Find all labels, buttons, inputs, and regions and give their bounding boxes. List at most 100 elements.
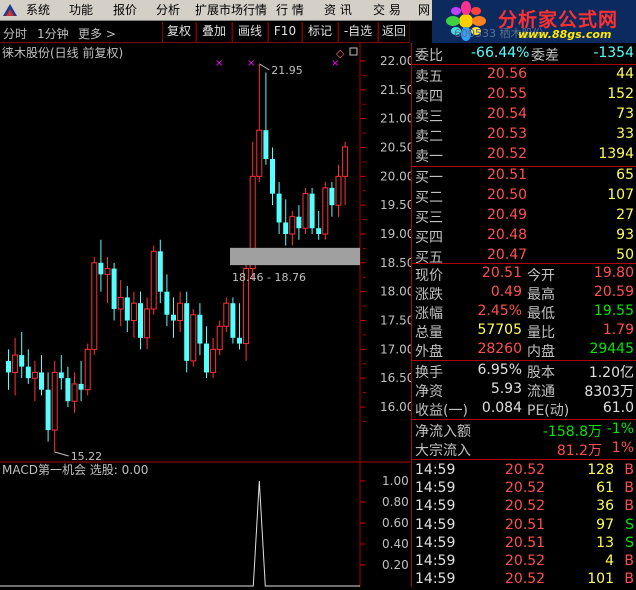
candle-body — [283, 222, 289, 234]
bid-volume: 50 — [616, 247, 634, 263]
stat-value: 57705 — [477, 322, 522, 338]
stat-label: 现价 — [415, 268, 443, 284]
f10-button[interactable]: F10 — [268, 22, 302, 42]
tick-price: 20.51 — [505, 516, 546, 533]
candle-body — [256, 129, 263, 177]
finance-value: 5.93 — [490, 381, 522, 397]
stat-label-2: 最高 — [527, 287, 555, 303]
candle-body — [329, 187, 335, 206]
menu-analysis[interactable]: 分析 — [156, 2, 180, 18]
price-axis-label: 19.50 — [380, 198, 412, 212]
ask-row: 卖五 20.56 44 — [413, 66, 636, 85]
draw-line-button[interactable]: 画线 — [232, 22, 268, 42]
indicator-title: MACD第一机会 选股: 0.00 — [2, 463, 148, 477]
ask-volume: 152 — [607, 86, 634, 102]
menu-news[interactable]: 资 讯 — [324, 2, 352, 18]
candle-body — [270, 159, 275, 194]
bid-price: 20.47 — [487, 247, 528, 263]
candle-body — [111, 268, 117, 309]
finance-label-2: 流通 — [527, 384, 555, 400]
candle-body — [190, 314, 197, 362]
stat-label: 涨幅 — [415, 306, 443, 322]
finance-value: 0.084 — [481, 400, 522, 416]
candle-body — [171, 314, 176, 321]
candle-body — [31, 371, 38, 379]
tick-row: 14:59 20.52 101 B — [413, 571, 636, 590]
finance-label: 净资 — [415, 384, 443, 400]
candle-body — [130, 302, 137, 322]
candle-body — [78, 383, 84, 390]
range-box — [230, 247, 360, 266]
tick-row: 14:59 20.52 61 B — [413, 480, 636, 499]
high-pointer — [259, 63, 270, 71]
tick-row: 14:59 20.52 128 B — [413, 462, 636, 481]
candle-body — [138, 303, 143, 338]
tick-time: 14:59 — [415, 516, 456, 533]
ask-row: 卖三 20.54 73 — [413, 106, 636, 125]
back-button[interactable]: 返回 — [378, 22, 410, 42]
stat-row: 涨幅 2.45% 最低 19.55 — [413, 303, 636, 322]
candle-body — [237, 337, 242, 344]
price-axis-label: 20.50 — [380, 141, 412, 155]
finance-value: 6.95% — [477, 362, 522, 378]
candle-body — [223, 302, 230, 327]
indicator-axis-label: 0.40 — [382, 537, 409, 551]
menu-extended-market[interactable]: 扩展市场行情 — [195, 2, 267, 18]
overlay-button[interactable]: 叠加 — [196, 22, 232, 42]
signal-marker-icon: × — [215, 58, 223, 69]
tick-time: 14:59 — [415, 571, 456, 588]
candle-body — [204, 343, 209, 373]
weici-label: 委差 — [531, 48, 559, 64]
menu-market[interactable]: 行 情 — [276, 2, 304, 18]
indicator-axis-label: 0.20 — [382, 558, 409, 572]
candle-body — [342, 146, 349, 177]
flow-value: -158.8万 — [542, 424, 602, 440]
kline-chart[interactable]: 22.00 21.50 21.00 20.50 20.00 19.50 19.00 18.50… — [0, 43, 412, 587]
indicator-axis-label: 0.80 — [382, 495, 409, 509]
watermark-banner: 600533 栖木股份 分析家公式网 www.88gs.com — [432, 0, 636, 43]
ask-price: 20.54 — [487, 106, 528, 122]
tick-price: 20.52 — [505, 462, 546, 478]
finance-label-2: PE(动) — [527, 403, 570, 419]
menu-trade[interactable]: 交 易 — [373, 2, 401, 18]
candle-body — [65, 378, 71, 402]
quote-panel-border — [411, 43, 412, 587]
bid-row: 买三 20.49 27 — [413, 207, 636, 226]
diamond-icon: ◇ — [336, 47, 345, 60]
bid-price: 20.51 — [487, 167, 528, 183]
flow-label: 大宗流入 — [415, 443, 471, 459]
stat-label: 涨跌 — [415, 287, 443, 303]
stat-row: 涨跌 0.49 最高 20.59 — [413, 284, 636, 303]
ask-volume: 1394 — [598, 146, 634, 162]
stat-value-2: 29445 — [589, 341, 634, 357]
tab-more[interactable]: 更多 > — [78, 25, 116, 42]
menu-quote[interactable]: 报价 — [113, 2, 137, 18]
ask-volume: 73 — [616, 106, 634, 122]
menu-web[interactable]: 网 — [418, 2, 430, 18]
bid-price: 20.49 — [487, 207, 528, 223]
tab-timeshare[interactable]: 分时 — [3, 25, 27, 42]
candle-body — [322, 187, 329, 235]
price-axis-label: 21.00 — [380, 112, 412, 126]
tick-volume: 36 — [596, 498, 614, 515]
indicator-axis-label: 1.00 — [382, 474, 409, 488]
tick-side: B — [624, 571, 634, 588]
ask-price: 20.55 — [487, 86, 528, 102]
flow-pct: 1% — [611, 440, 634, 456]
tick-price: 20.52 — [505, 553, 546, 569]
price-axis-label: 16.50 — [380, 371, 412, 385]
stat-label-2: 今开 — [527, 268, 555, 284]
weibi-label: 委比 — [415, 48, 443, 64]
remove-watchlist-button[interactable]: -自选 — [338, 22, 378, 42]
adjust-button[interactable]: 复权 — [162, 22, 196, 42]
tab-1min[interactable]: 1分钟 — [37, 25, 69, 42]
candle-body — [263, 130, 269, 160]
candle-body — [309, 193, 315, 229]
candle-body — [19, 355, 25, 367]
chart-title: 徕木股份(日线 前复权) — [2, 45, 123, 60]
menu-function[interactable]: 功能 — [69, 2, 93, 18]
mark-button[interactable]: 标记 — [302, 22, 338, 42]
tick-volume: 128 — [587, 462, 614, 478]
low-price-label: 15.22 — [71, 450, 103, 463]
menu-system[interactable]: 系统 — [26, 2, 50, 18]
